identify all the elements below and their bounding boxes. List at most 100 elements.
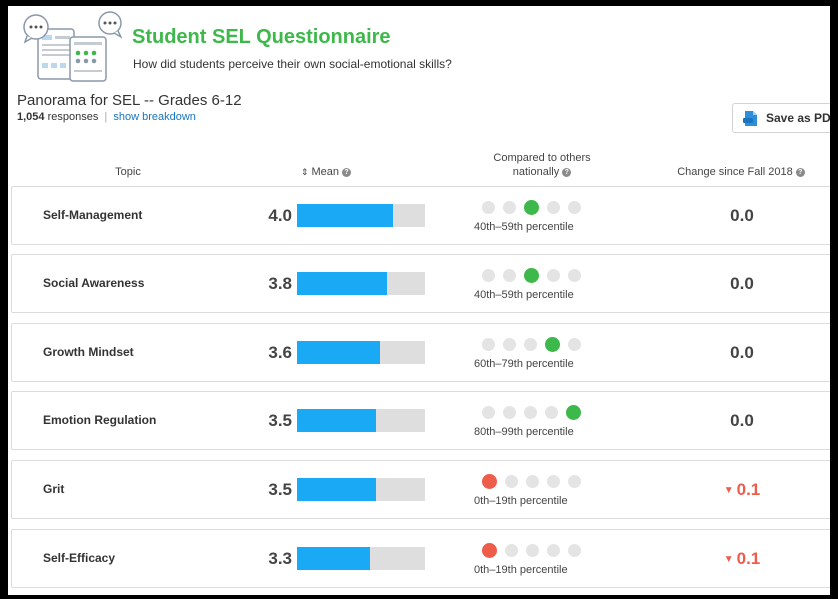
mean-bar (297, 204, 425, 227)
help-circle-icon[interactable]: ? (562, 167, 572, 177)
percentile-dot (566, 405, 581, 420)
change-value: ▼ 0.1 (702, 461, 782, 518)
mean-header-label: Mean (311, 166, 340, 178)
mean-bar-fill (297, 547, 370, 570)
percentile-dots (482, 405, 589, 420)
percentile-label: 40th–59th percentile (474, 289, 574, 301)
comparison-header-line1: Compared to others (493, 152, 591, 164)
topic-name: Self-Management (43, 208, 143, 222)
triangle-down-icon: ▼ (723, 554, 734, 565)
percentile-dots (482, 337, 589, 352)
percentile-dot (482, 406, 495, 419)
pdf-file-icon (743, 110, 757, 126)
change-number: 0.0 (730, 274, 754, 293)
percentile-dot (568, 338, 581, 351)
percentile-label: 60th–79th percentile (474, 358, 574, 370)
percentile-dot (482, 474, 497, 489)
mean-bar (297, 341, 425, 364)
column-header-mean[interactable]: ⇕ Mean? (271, 165, 381, 179)
change-number: 0.0 (730, 343, 754, 362)
questionnaire-illustration-icon (23, 11, 122, 82)
percentile-dot (545, 406, 558, 419)
change-value: 0.0 (702, 187, 782, 244)
table-row[interactable]: Growth Mindset 3.6 60th–79th percentile 0.0 (11, 323, 830, 382)
save-as-pdf-button[interactable]: Save as PD (732, 103, 830, 133)
mean-bar (297, 409, 425, 432)
percentile-dot (526, 475, 539, 488)
mean-bar-fill (297, 478, 377, 501)
percentile-dot (482, 543, 497, 558)
help-circle-icon[interactable]: ? (342, 167, 352, 177)
percentile-dot (524, 406, 537, 419)
save-button-label: Save as PD (766, 111, 830, 125)
comparison-header-line2: nationally (512, 166, 560, 178)
percentile-dot (503, 338, 516, 351)
percentile-dot (482, 201, 495, 214)
sort-icon[interactable]: ⇕ (301, 167, 309, 177)
percentile-dot (482, 269, 495, 282)
percentile-dot (526, 544, 539, 557)
topic-name: Growth Mindset (43, 345, 134, 359)
percentile-dots (482, 474, 589, 489)
mean-bar-fill (297, 204, 393, 227)
percentile-dot (547, 475, 560, 488)
column-header-topic: Topic (115, 166, 141, 178)
page-title: Student SEL Questionnaire (132, 26, 391, 48)
change-header-label: Change since Fall 2018 (677, 166, 793, 178)
mean-bar-fill (297, 409, 377, 432)
separator: | (104, 111, 108, 123)
mean-score: 3.3 (268, 549, 292, 568)
percentile-dot (545, 337, 560, 352)
table-row[interactable]: Emotion Regulation 3.5 80th–99th percentil… (11, 391, 830, 450)
mean-bar-fill (297, 341, 381, 364)
change-value: 0.0 (702, 392, 782, 449)
percentile-dot (524, 268, 539, 283)
percentile-dot (503, 269, 516, 282)
percentile-dot (568, 269, 581, 282)
change-value: 0.0 (702, 255, 782, 312)
percentile-label: 40th–59th percentile (474, 221, 574, 233)
change-number: 0.0 (730, 206, 754, 225)
percentile-dot (547, 269, 560, 282)
topic-name: Grit (43, 482, 65, 496)
percentile-dot (568, 475, 581, 488)
mean-bar-fill (297, 272, 387, 295)
percentile-dots (482, 200, 589, 215)
triangle-down-icon: ▼ (723, 485, 734, 496)
show-breakdown-link[interactable]: show breakdown (113, 111, 196, 123)
change-value: 0.0 (702, 324, 782, 381)
mean-bar (297, 272, 425, 295)
percentile-dot (568, 544, 581, 557)
percentile-dot (524, 338, 537, 351)
percentile-dot (547, 201, 560, 214)
table-row[interactable]: Self-Management 4.0 40th–59th percentile 0.… (11, 186, 830, 245)
mean-score: 4.0 (268, 206, 292, 225)
percentile-label: 0th–19th percentile (474, 564, 568, 576)
mean-score: 3.8 (268, 274, 292, 293)
change-number: 0.1 (736, 549, 761, 568)
survey-name: Panorama for SEL -- Grades 6-12 (17, 92, 242, 109)
table-row[interactable]: Grit 3.5 0th–19th percentile ▼ 0.1 (11, 460, 830, 519)
percentile-dot (503, 201, 516, 214)
percentile-dots (482, 543, 589, 558)
topic-name: Emotion Regulation (43, 413, 157, 427)
percentile-label: 0th–19th percentile (474, 495, 568, 507)
column-header-comparison: Compared to others nationally? (462, 151, 622, 179)
percentile-dot (505, 544, 518, 557)
percentile-dot (568, 201, 581, 214)
change-number: 0.1 (736, 480, 761, 499)
page-subtitle: How did students perceive their own soci… (133, 57, 452, 71)
report-page: Student SEL Questionnaire How did studen… (8, 6, 830, 595)
mean-score: 3.6 (268, 343, 292, 362)
percentile-dot (547, 544, 560, 557)
change-number: 0.0 (730, 411, 754, 430)
table-row[interactable]: Social Awareness 3.8 40th–59th percentile 0… (11, 254, 830, 313)
percentile-label: 80th–99th percentile (474, 426, 574, 438)
percentile-dots (482, 268, 589, 283)
table-row[interactable]: Self-Efficacy 3.3 0th–19th percentile ▼ 0.1 (11, 529, 830, 588)
column-header-change: Change since Fall 2018? (656, 165, 826, 179)
percentile-dot (524, 200, 539, 215)
change-value: ▼ 0.1 (702, 530, 782, 587)
mean-score: 3.5 (268, 480, 292, 499)
help-circle-icon[interactable]: ? (795, 167, 805, 177)
